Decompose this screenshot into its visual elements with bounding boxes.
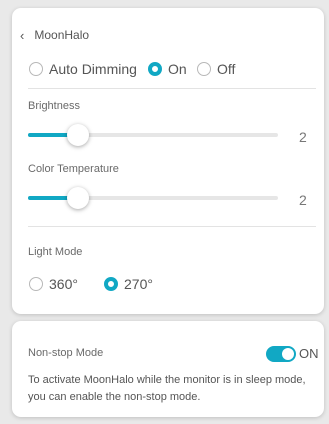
divider (28, 88, 316, 89)
chevron-left-icon: ‹ (20, 27, 25, 43)
radio-270-label: 270° (124, 276, 153, 292)
color-temperature-label: Color Temperature (28, 163, 119, 175)
light-mode-270-option[interactable]: 270° (104, 276, 153, 292)
back-button[interactable]: ‹ MoonHalo (20, 28, 89, 42)
moonhalo-settings-card (12, 8, 324, 314)
auto-dimming-radio[interactable] (29, 62, 43, 76)
auto-dimming-off-option[interactable]: Off (197, 61, 235, 77)
color-temperature-slider-thumb[interactable] (67, 187, 89, 209)
radio-270[interactable] (104, 277, 118, 291)
brightness-slider-thumb[interactable] (67, 124, 89, 146)
nonstop-mode-toggle[interactable] (266, 346, 296, 362)
radio-on-label: On (168, 61, 187, 77)
radio-360-label: 360° (49, 276, 78, 292)
auto-dimming-label: Auto Dimming (49, 61, 137, 77)
nonstop-mode-description: To activate MoonHalo while the monitor i… (28, 374, 306, 403)
divider (28, 226, 316, 227)
auto-dimming-on-option[interactable]: On (148, 61, 187, 77)
auto-dimming-radio-row: Auto Dimming (29, 61, 137, 77)
color-temperature-value: 2 (299, 192, 307, 208)
light-mode-360-option[interactable]: 360° (29, 276, 78, 292)
brightness-value: 2 (299, 129, 307, 145)
radio-off[interactable] (197, 62, 211, 76)
radio-off-label: Off (217, 61, 236, 77)
toggle-knob (282, 348, 294, 360)
page-title: MoonHalo (34, 28, 90, 42)
nonstop-toggle-state: ON (299, 346, 319, 361)
radio-on[interactable] (148, 62, 162, 76)
brightness-label: Brightness (28, 100, 80, 112)
radio-360[interactable] (29, 277, 43, 291)
nonstop-mode-label: Non-stop Mode (28, 347, 104, 359)
light-mode-label: Light Mode (28, 246, 83, 258)
